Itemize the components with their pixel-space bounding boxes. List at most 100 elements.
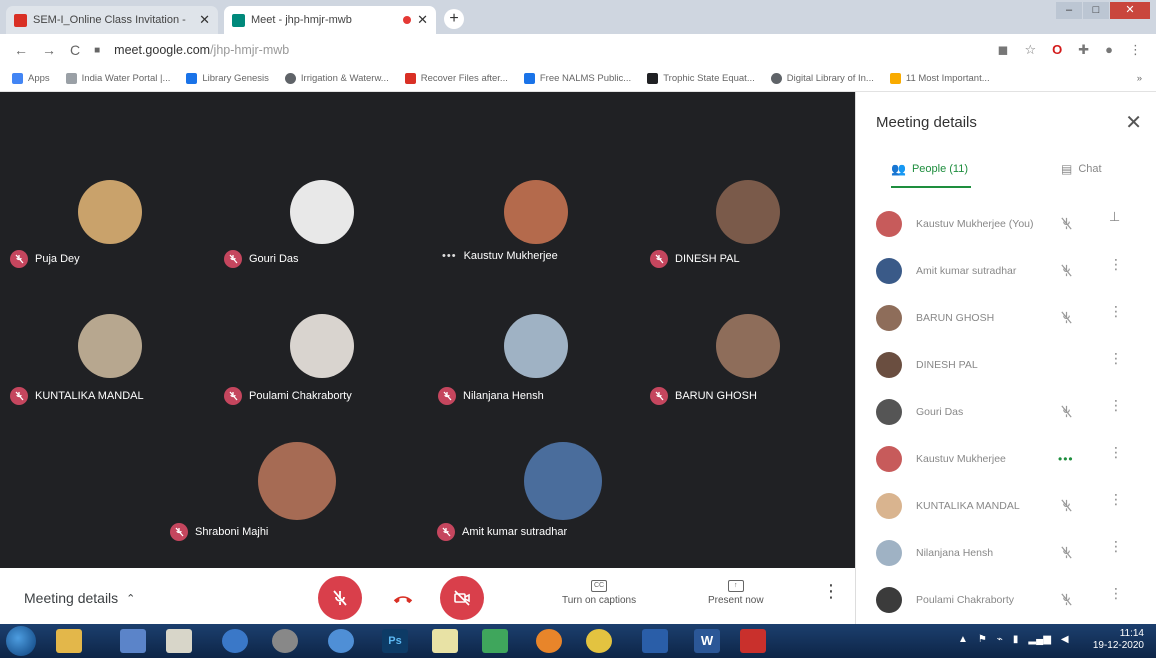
back-icon[interactable]: ← — [14, 42, 28, 58]
more-options-icon[interactable]: ⋮ — [1109, 445, 1123, 459]
captions-button[interactable]: CC Turn on captions — [562, 580, 636, 606]
tab-sem-invitation[interactable]: SEM-I_Online Class Invitation - ✕ — [6, 6, 218, 34]
participant-label: Amit kumar sutradhar — [437, 523, 567, 541]
bookmark-most-important[interactable]: 11 Most Important... — [889, 73, 990, 84]
person-name: BARUN GHOSH — [916, 312, 995, 324]
mic-off-icon — [1059, 404, 1074, 424]
word-icon[interactable]: W — [694, 629, 720, 653]
battery-icon[interactable]: ▮ — [1013, 634, 1019, 645]
magnifier-icon[interactable] — [328, 629, 354, 653]
mic-toggle-button[interactable] — [318, 576, 362, 620]
person-name: Amit kumar sutradhar — [916, 265, 1017, 277]
wave-app-icon[interactable] — [642, 629, 668, 653]
close-tab-icon[interactable]: ✕ — [417, 12, 428, 28]
bookmark-nalms[interactable]: Free NALMS Public... — [523, 73, 632, 84]
forward-icon[interactable]: → — [42, 42, 56, 58]
opera-icon[interactable]: O — [1052, 42, 1062, 58]
camera-off-icon — [454, 590, 470, 606]
menu-icon[interactable]: ⋮ — [1129, 42, 1142, 58]
close-tab-icon[interactable]: ✕ — [199, 12, 210, 28]
minimize-button[interactable]: – — [1056, 2, 1082, 19]
participant-name: Gouri Das — [249, 253, 299, 265]
mic-off-icon — [1059, 498, 1074, 518]
list-item[interactable]: Kaustuv Mukherjee (You) ⊥ — [856, 204, 1156, 244]
flag-icon[interactable]: ⚑ — [978, 634, 987, 645]
acrobat-icon[interactable] — [740, 629, 766, 653]
bookmarks-overflow-icon[interactable]: » — [1137, 73, 1142, 84]
maximize-button[interactable]: □ — [1083, 2, 1109, 19]
list-item[interactable]: Nilanjana Hensh ⋮ — [856, 533, 1156, 573]
google-earth-icon[interactable] — [222, 629, 248, 653]
media-player-icon[interactable] — [120, 629, 146, 653]
leave-call-button[interactable] — [390, 588, 416, 608]
bookmark-star-icon[interactable]: ☆ — [1024, 42, 1036, 58]
reload-icon[interactable]: C — [70, 42, 80, 58]
bookmark-irrigation[interactable]: Irrigation & Waterw... — [284, 73, 389, 84]
bookmark-apps[interactable]: Apps — [12, 73, 50, 84]
more-options-icon[interactable]: ⋮ — [1109, 351, 1123, 365]
person-name: Nilanjana Hensh — [916, 547, 994, 559]
tab-meet[interactable]: Meet - jhp-hmjr-mwb ✕ — [224, 6, 436, 34]
participant-name: Shraboni Majhi — [195, 526, 269, 538]
clock-date: 19-12-2020 — [1092, 640, 1144, 651]
profile-icon[interactable]: ● — [1105, 42, 1113, 58]
person-name: KUNTALIKA MANDAL — [916, 500, 1020, 512]
photoshop-icon[interactable]: Ps — [382, 629, 408, 653]
firefox-icon[interactable] — [536, 629, 562, 653]
tab-chat[interactable]: ▤ Chat — [1061, 162, 1102, 176]
list-item[interactable]: KUNTALIKA MANDAL ⋮ — [856, 486, 1156, 526]
bookmark-india-water[interactable]: India Water Portal |... — [65, 73, 170, 84]
list-item[interactable]: Amit kumar sutradhar ⋮ — [856, 251, 1156, 291]
participant-label: Gouri Das — [224, 250, 299, 268]
app-generic-icon[interactable] — [272, 629, 298, 653]
present-now-button[interactable]: ↑ Present now — [708, 580, 764, 606]
meeting-details-button[interactable]: Meeting details ⌃ — [24, 590, 135, 606]
people-icon: 👥 — [891, 162, 906, 176]
close-icon[interactable]: ✕ — [1125, 110, 1142, 135]
close-window-button[interactable]: ✕ — [1110, 2, 1150, 19]
camera-icon[interactable]: ◼ — [998, 42, 1009, 58]
tray-expand-icon[interactable]: ▲ — [958, 634, 968, 645]
bookmark-digital-library[interactable]: Digital Library of In... — [770, 73, 874, 84]
network-icon[interactable]: ⌁ — [997, 634, 1003, 645]
more-options-icon[interactable]: ⋮ — [1109, 257, 1123, 271]
list-item[interactable]: BARUN GHOSH ⋮ — [856, 298, 1156, 338]
paint-app-icon[interactable] — [166, 629, 192, 653]
participant-avatar — [504, 314, 568, 378]
more-options-icon[interactable]: ⋮ — [822, 582, 840, 600]
avatar — [876, 540, 902, 566]
extensions-icon[interactable]: ✚ — [1078, 42, 1089, 58]
list-item[interactable]: Poulami Chakraborty ⋮ — [856, 580, 1156, 620]
participant-name: DINESH PAL — [675, 253, 740, 265]
tab-people[interactable]: 👥 People (11) — [891, 162, 968, 176]
bookmark-libgen[interactable]: Library Genesis — [186, 73, 269, 84]
more-options-icon[interactable]: ⋮ — [1109, 398, 1123, 412]
start-button-icon[interactable] — [6, 626, 36, 656]
volume-icon[interactable]: ◀ — [1061, 634, 1069, 645]
clock-time: 11:14 — [1119, 628, 1144, 639]
bookmark-label: Free NALMS Public... — [539, 73, 632, 84]
bookmark-trophic[interactable]: Trophic State Equat... — [647, 73, 755, 84]
notepad-icon[interactable] — [432, 629, 458, 653]
more-options-icon[interactable]: ⋮ — [1109, 492, 1123, 506]
participant-avatar — [716, 180, 780, 244]
pin-icon[interactable]: ⊥ — [1109, 210, 1120, 223]
system-tray: ▲ ⚑ ⌁ ▮ ▂▄▆ ◀ — [958, 634, 1069, 645]
more-options-icon[interactable]: ⋮ — [1109, 539, 1123, 553]
list-item[interactable]: Kaustuv Mukherjee ••• ⋮ — [856, 439, 1156, 479]
list-item[interactable]: Gouri Das ⋮ — [856, 392, 1156, 432]
excel-like-icon[interactable] — [482, 629, 508, 653]
participant-name: Poulami Chakraborty — [249, 390, 352, 402]
more-options-icon[interactable]: ⋮ — [1109, 586, 1123, 600]
more-options-icon[interactable]: ⋮ — [1109, 304, 1123, 318]
bookmark-recover[interactable]: Recover Files after... — [404, 73, 508, 84]
file-explorer-icon[interactable] — [56, 629, 82, 653]
signal-icon[interactable]: ▂▄▆ — [1028, 634, 1050, 645]
camera-toggle-button[interactable] — [440, 576, 484, 620]
chrome-icon[interactable] — [586, 629, 612, 653]
list-item[interactable]: DINESH PAL ⋮ — [856, 345, 1156, 385]
url-field[interactable]: meet.google.com/jhp-hmjr-mwb — [114, 43, 289, 57]
clock[interactable]: 11:14 19-12-2020 — [1093, 628, 1144, 652]
participant-avatar — [290, 180, 354, 244]
new-tab-button[interactable]: + — [444, 9, 464, 29]
